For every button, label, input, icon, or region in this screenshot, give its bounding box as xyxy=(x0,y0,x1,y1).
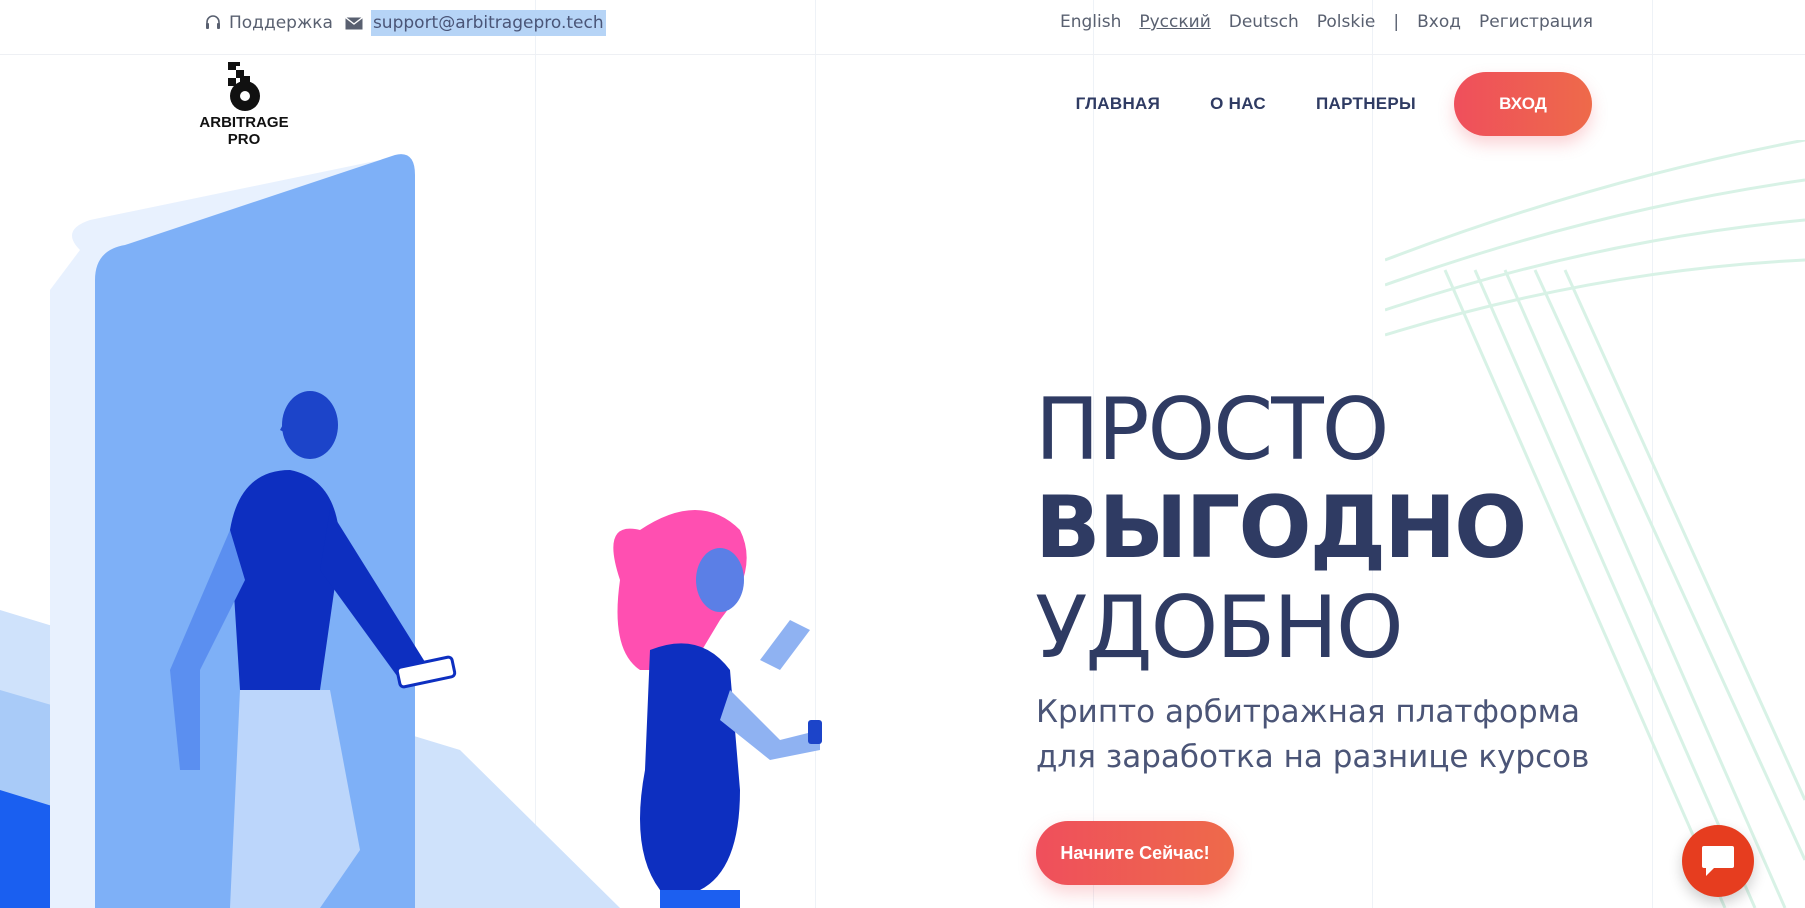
hero-title-line3: УДОБНО xyxy=(1035,578,1404,678)
logo-text-line1: ARBITRAGE xyxy=(199,114,289,131)
logo-text[interactable]: ARBITRAGE PRO xyxy=(196,114,292,148)
hero-subtitle-line1: Крипто арбитражная платформа xyxy=(1036,694,1581,730)
logo-text-line2: PRO xyxy=(227,131,261,148)
lang-german[interactable]: Deutsch xyxy=(1229,12,1299,32)
top-login-link[interactable]: Вход xyxy=(1417,12,1461,32)
support-email-link[interactable]: support@arbitragepro.tech xyxy=(370,10,606,36)
nav-home[interactable]: ГЛАВНАЯ xyxy=(1076,94,1161,114)
lang-polish[interactable]: Polskie xyxy=(1317,12,1376,32)
mail-icon xyxy=(345,16,363,29)
top-bar: Поддержка support@arbitragepro.tech Engl… xyxy=(0,0,1805,55)
main-nav: ГЛАВНАЯ О НАС ПАРТНЕРЫ ВХОД xyxy=(1076,72,1592,136)
nav-partners[interactable]: ПАРТНЕРЫ xyxy=(1316,94,1416,114)
support-contact: Поддержка support@arbitragepro.tech xyxy=(205,10,606,36)
hero-subtitle: Крипто арбитражная платформа для заработ… xyxy=(1036,690,1589,780)
chat-button[interactable] xyxy=(1682,825,1754,897)
hero-illustration xyxy=(0,154,822,908)
login-button[interactable]: ВХОД xyxy=(1454,72,1592,136)
headset-icon xyxy=(206,15,220,29)
top-register-link[interactable]: Регистрация xyxy=(1479,12,1593,32)
lang-russian[interactable]: Русский xyxy=(1139,12,1210,32)
support-label: Поддержка xyxy=(229,13,333,33)
lang-english[interactable]: English xyxy=(1060,12,1121,32)
language-switcher: English Русский Deutsch Polskie | Вход Р… xyxy=(1060,12,1593,32)
chat-icon xyxy=(1702,846,1734,876)
separator: | xyxy=(1393,12,1400,32)
hero-title-line1: ПРОСТО xyxy=(1035,380,1389,480)
hero-title-line2: ВЫГОДНО xyxy=(1035,478,1527,578)
start-now-button[interactable]: Начните Сейчас! xyxy=(1036,821,1234,885)
hero-subtitle-line2: для заработка на разнице курсов xyxy=(1036,739,1590,775)
nav-about[interactable]: О НАС xyxy=(1210,94,1266,114)
